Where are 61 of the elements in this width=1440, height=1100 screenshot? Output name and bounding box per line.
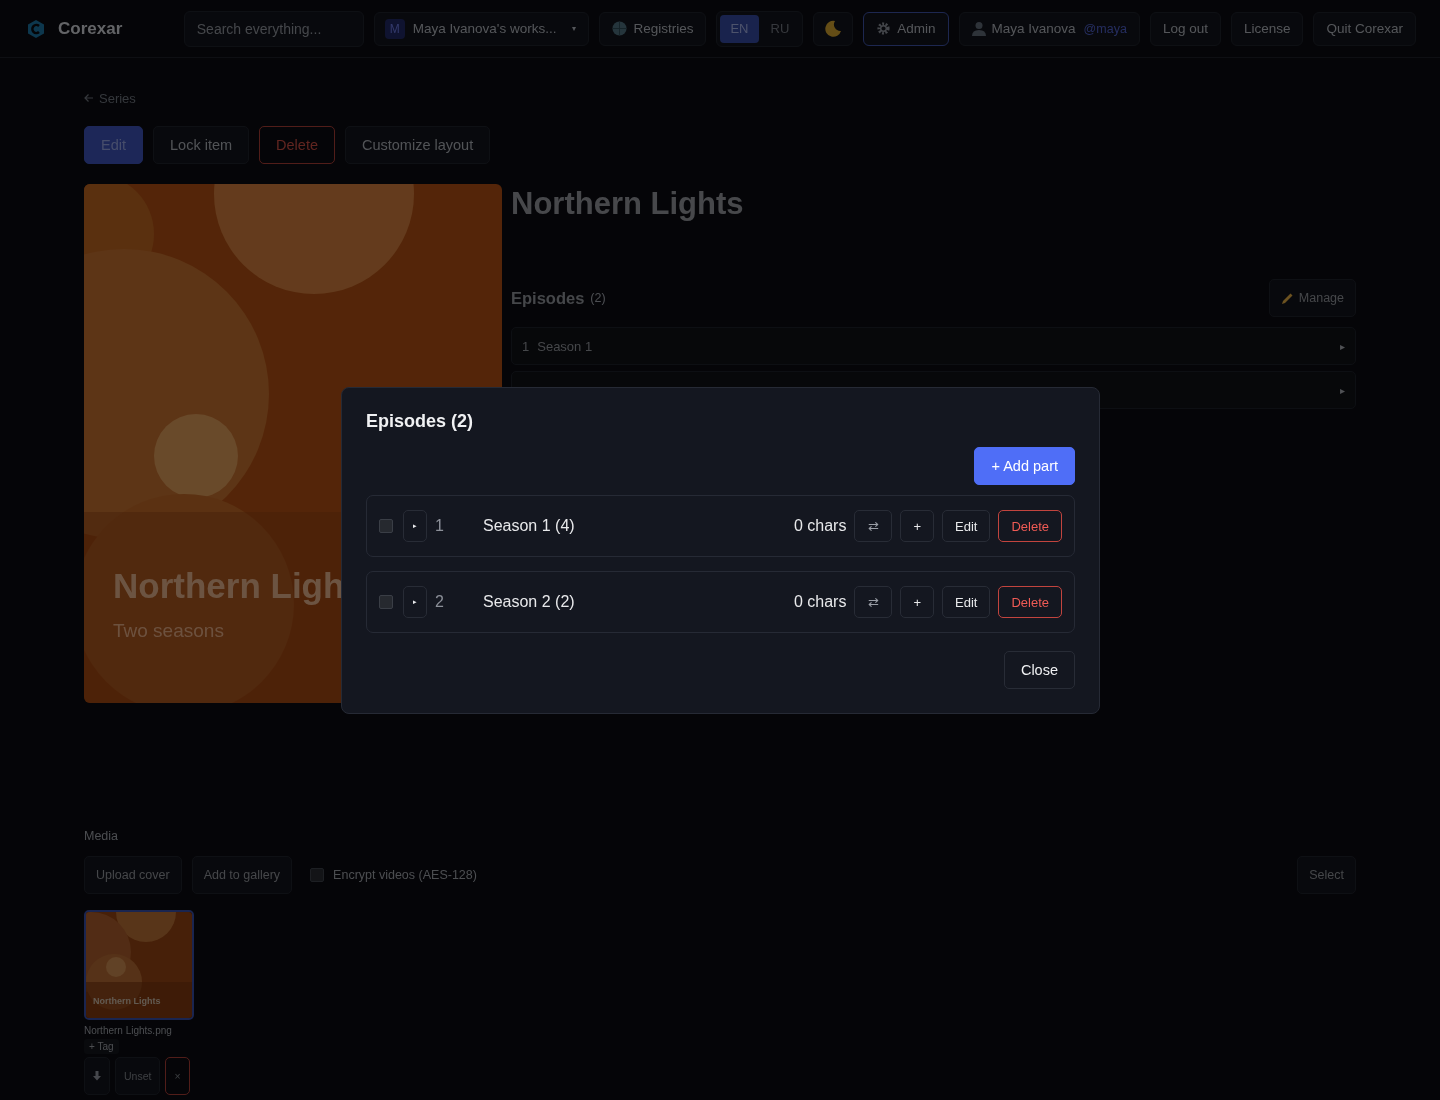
header-button[interactable]: License [1230, 11, 1304, 46]
add-part-button[interactable]: + Add part [974, 447, 1075, 485]
toolbar-button[interactable]: Delete [259, 126, 335, 164]
select-button[interactable]: Select [1297, 856, 1356, 894]
media-button[interactable]: Add to gallery [191, 856, 293, 894]
part-title: Season 1 (4) [483, 517, 576, 535]
registries-button[interactable]: Registries [599, 11, 707, 46]
toolbar-button[interactable]: Lock item [153, 126, 250, 164]
caret-icon: ▸ [1340, 384, 1345, 396]
checkbox[interactable] [379, 519, 393, 533]
manage-button[interactable]: Manage [1268, 279, 1356, 317]
globe-icon [612, 21, 628, 36]
checkbox[interactable] [310, 868, 325, 882]
file-name: Northern Lights.png [84, 1025, 172, 1036]
user-button[interactable]: Maya Ivanova @maya [958, 11, 1140, 46]
char-count: 0 chars [793, 593, 847, 611]
edit-button[interactable]: Edit [942, 510, 991, 542]
episodes-count: (2) [590, 291, 606, 305]
caret-icon: ▸ [1340, 340, 1345, 352]
download-icon [93, 1071, 101, 1081]
person-icon [971, 21, 986, 36]
delete-button[interactable]: Delete [998, 510, 1062, 542]
add-button[interactable]: + [900, 510, 934, 542]
add-tag-button[interactable]: + Tag [84, 1039, 119, 1054]
swap-button[interactable]: ⇄ [854, 586, 893, 618]
dialog-title: Episodes (2) [366, 411, 475, 432]
workspace-selector[interactable]: M Maya Ivanova's works... ▾ [373, 11, 590, 46]
remove-button[interactable]: × [165, 1057, 190, 1095]
brand-name: Corexar [58, 18, 123, 39]
section-label: Media [84, 829, 120, 843]
header-button[interactable]: Log out [1149, 11, 1221, 46]
arrow-left-icon [84, 93, 94, 103]
delete-button[interactable]: Delete [998, 586, 1062, 618]
toolbar-button[interactable]: Customize layout [345, 126, 491, 164]
checkbox[interactable] [379, 595, 393, 609]
episodes-heading: Episodes [511, 288, 585, 308]
close-button[interactable]: Close [1003, 651, 1075, 689]
item-title: Northern Lights [511, 186, 745, 222]
episode-number: 1 [522, 338, 530, 354]
media-button[interactable]: Upload cover [84, 856, 182, 894]
download-button[interactable] [84, 1057, 110, 1095]
checkbox-label: Encrypt videos (AES-128) [333, 868, 477, 882]
part-title: Season 2 (2) [483, 593, 576, 611]
media-thumbnail[interactable]: Northern Lights [84, 910, 194, 1020]
thumbnail-caption: Northern Lights [93, 996, 161, 1006]
edit-button[interactable]: Edit [942, 586, 991, 618]
header-button[interactable]: Quit Corexar [1313, 11, 1416, 46]
logo-icon [26, 18, 46, 39]
admin-button[interactable]: Admin [863, 11, 949, 46]
gear-icon [876, 21, 892, 36]
part-number: 2 [435, 593, 445, 611]
swap-button[interactable]: ⇄ [854, 510, 893, 542]
episode-row[interactable]: 1 Season 1 ▸ [511, 327, 1356, 365]
episode-title: Season 1 [537, 338, 593, 354]
theme-button[interactable] [813, 11, 854, 46]
pencil-icon [1280, 291, 1294, 305]
part-number: 1 [435, 517, 445, 535]
char-count: 0 chars [793, 517, 847, 535]
add-button[interactable]: + [900, 586, 934, 618]
search-field[interactable]: Search everything... [183, 10, 364, 47]
moon-icon [824, 19, 843, 38]
